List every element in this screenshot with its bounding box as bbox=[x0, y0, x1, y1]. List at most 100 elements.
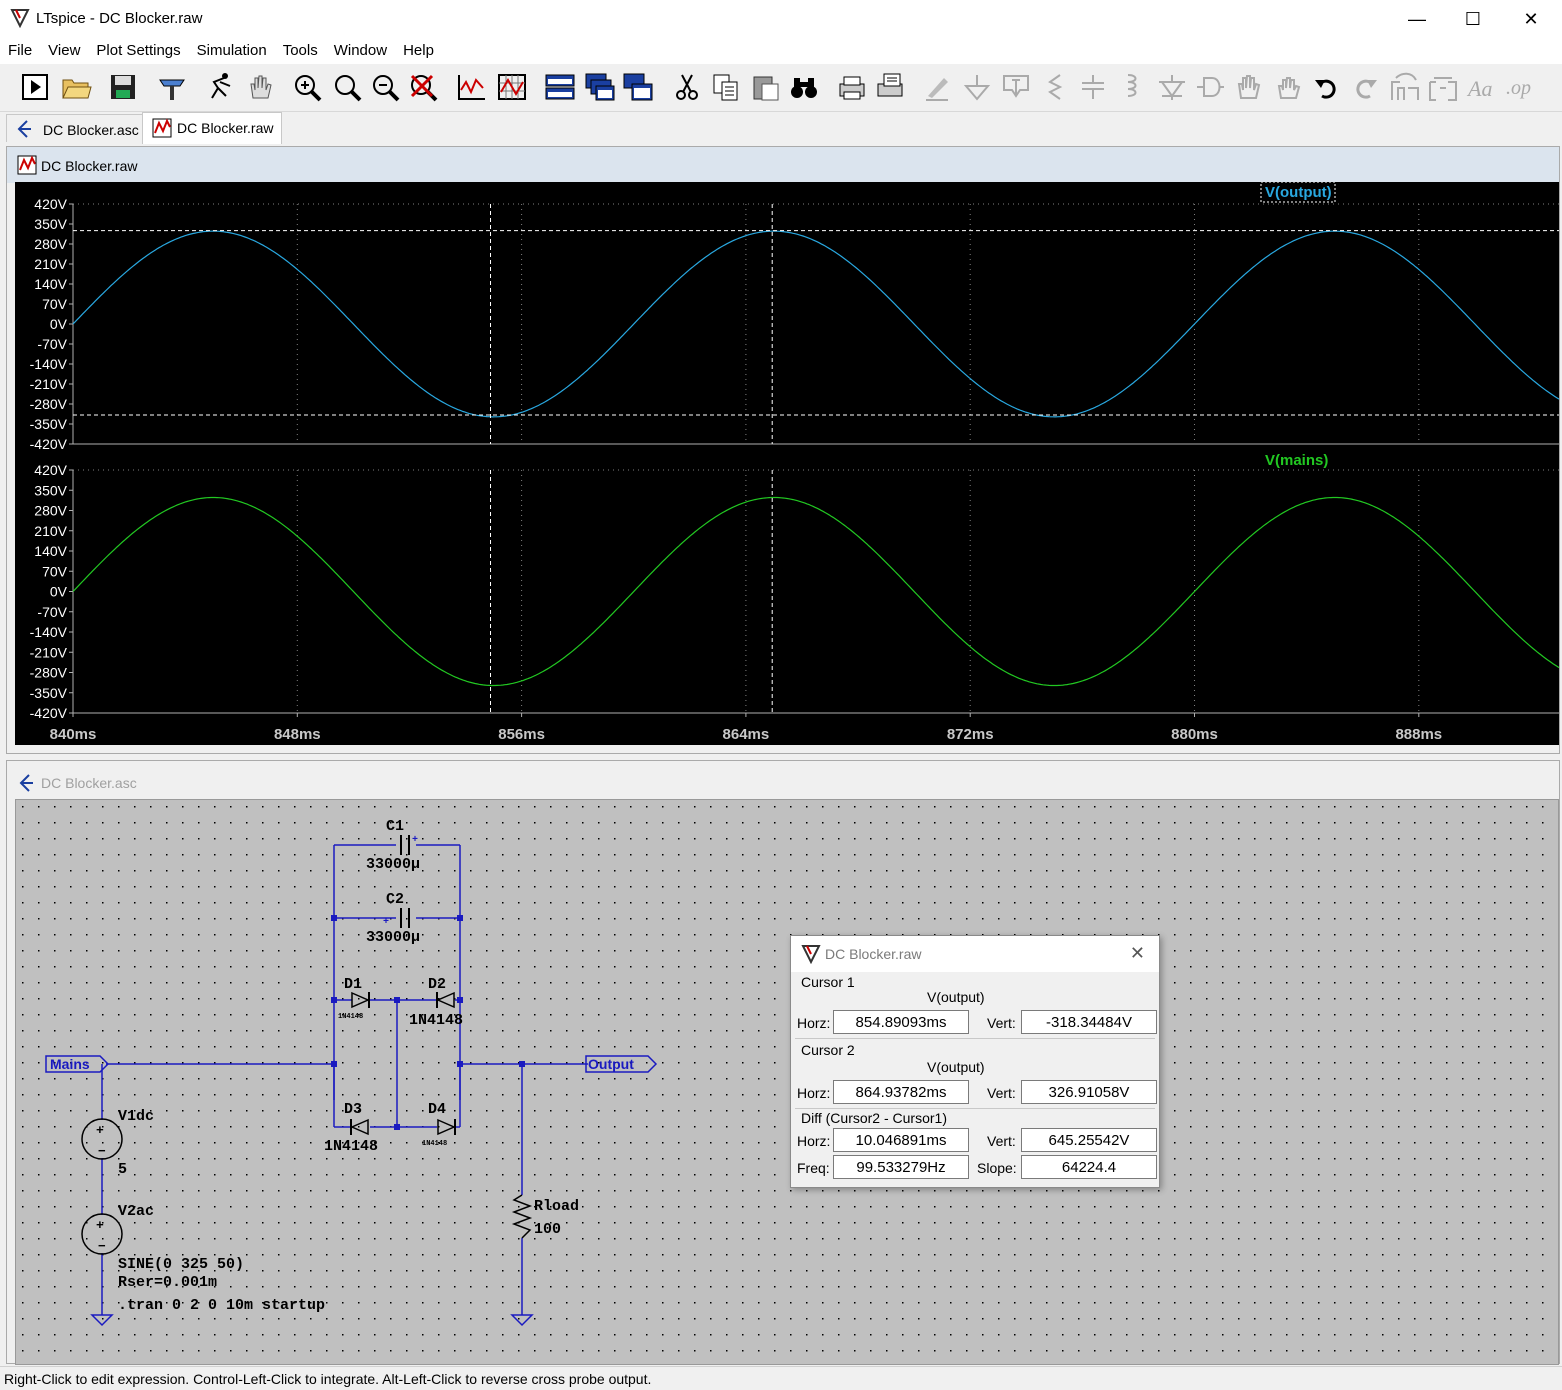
save-icon[interactable] bbox=[108, 72, 138, 102]
tran-directive[interactable]: .tran 0 2 0 10m startup bbox=[118, 1297, 325, 1314]
window-title: LTspice - DC Blocker.raw bbox=[36, 10, 203, 27]
y-tick-label: -70V bbox=[37, 336, 67, 352]
d1-label: D1 bbox=[344, 976, 362, 993]
freq-field[interactable]: 99.533279Hz bbox=[833, 1155, 969, 1179]
y-tick-label: -280V bbox=[30, 665, 68, 681]
schematic-canvas[interactable]: + C1 33000µ + C2 33000µ D1 1N4148 D2 1N4… bbox=[15, 799, 1559, 1365]
y-tick-label: -210V bbox=[30, 376, 68, 392]
cursor2-vert-field[interactable]: 326.91058V bbox=[1021, 1080, 1157, 1104]
cursor1-horz-field[interactable]: 854.89093ms bbox=[833, 1010, 969, 1034]
cursor1-vert-field[interactable]: -318.34484V bbox=[1021, 1010, 1157, 1034]
zoom-out-icon[interactable] bbox=[370, 72, 402, 104]
halt-icon[interactable] bbox=[204, 72, 234, 102]
d4-label: D4 bbox=[428, 1101, 446, 1118]
rotate-icon bbox=[1391, 72, 1419, 100]
menu-file[interactable]: File bbox=[0, 38, 40, 59]
y-tick-label: -140V bbox=[30, 624, 68, 640]
move-icon bbox=[1237, 75, 1261, 99]
control-panel-icon[interactable] bbox=[156, 72, 188, 102]
menu-tools[interactable]: Tools bbox=[275, 38, 326, 59]
cursor2-horz-label: Horz: bbox=[797, 1085, 831, 1101]
menu-plot-settings[interactable]: Plot Settings bbox=[88, 38, 188, 59]
title-bar: LTspice - DC Blocker.raw — ☐ ✕ bbox=[0, 0, 1562, 38]
tile-vertical-icon[interactable] bbox=[622, 72, 654, 102]
copy-icon[interactable] bbox=[710, 72, 742, 102]
drag-icon bbox=[1277, 77, 1301, 99]
close-button[interactable]: ✕ bbox=[1502, 0, 1560, 38]
d3-label: D3 bbox=[344, 1101, 362, 1118]
output-label: Output bbox=[588, 1056, 634, 1072]
text-icon: Aa bbox=[1466, 76, 1492, 101]
waveform-icon bbox=[17, 155, 37, 175]
cut-icon[interactable] bbox=[672, 72, 702, 102]
y-tick-label: 280V bbox=[34, 503, 67, 519]
d3-model: 1N4148 bbox=[324, 1138, 378, 1155]
print-preview-icon[interactable] bbox=[874, 72, 906, 102]
series-line-output bbox=[72, 230, 1559, 418]
ltspice-logo-icon bbox=[10, 9, 30, 28]
zoom-in-icon[interactable] bbox=[292, 72, 324, 104]
menu-view[interactable]: View bbox=[40, 38, 88, 59]
x-tick-label: 864ms bbox=[723, 726, 770, 743]
cursor-dialog-header: DC Blocker.raw ✕ bbox=[791, 936, 1159, 972]
tile-horizontal-icon[interactable] bbox=[544, 72, 576, 102]
paste-icon[interactable] bbox=[750, 72, 782, 102]
zoom-cancel-icon[interactable] bbox=[408, 72, 440, 104]
mirror-icon bbox=[1429, 77, 1457, 101]
d2-model: 1N4148 bbox=[409, 1012, 463, 1029]
capacitor-icon bbox=[1082, 75, 1104, 99]
print-icon[interactable] bbox=[836, 72, 868, 102]
y-tick-label: 350V bbox=[34, 216, 67, 232]
slope-field[interactable]: 64224.4 bbox=[1021, 1155, 1157, 1179]
v2-label: V2ac bbox=[118, 1203, 154, 1220]
svg-text:+: + bbox=[96, 1123, 104, 1138]
y-tick-label: 210V bbox=[34, 256, 67, 272]
y-tick-label: 280V bbox=[34, 236, 67, 252]
menu-window[interactable]: Window bbox=[326, 38, 395, 59]
separator bbox=[795, 1038, 1155, 1039]
tab-waveform-label: DC Blocker.raw bbox=[177, 120, 274, 136]
diff-horz-field[interactable]: 10.046891ms bbox=[833, 1128, 969, 1152]
cursor2-horz-field[interactable]: 864.93782ms bbox=[833, 1080, 969, 1104]
label-net-icon bbox=[1003, 75, 1029, 98]
rload-label: Rload bbox=[534, 1198, 579, 1215]
find-binoculars-icon[interactable] bbox=[788, 72, 820, 102]
grid-icon[interactable] bbox=[496, 72, 528, 102]
plot-area[interactable]: 420V 350V 280V 210V 140V 70V 0V -70V -140V -210V -… bbox=[15, 182, 1559, 745]
x-tick-label: 872ms bbox=[947, 726, 994, 743]
y-tick-label: -140V bbox=[30, 356, 68, 372]
freq-label: Freq: bbox=[797, 1160, 830, 1176]
svg-text:+: + bbox=[96, 1218, 104, 1233]
c1-label: C1 bbox=[386, 818, 404, 835]
status-bar: Right-Click to edit expression. Control-… bbox=[0, 1366, 1562, 1390]
ground-icon bbox=[963, 75, 991, 101]
tab-waveform[interactable]: DC Blocker.raw bbox=[142, 112, 283, 144]
close-icon[interactable]: ✕ bbox=[1130, 943, 1145, 964]
document-tabs: DC Blocker.asc DC Blocker.raw bbox=[0, 112, 1562, 144]
svg-text:Aa: Aa bbox=[1466, 76, 1492, 101]
menu-help[interactable]: Help bbox=[395, 38, 442, 59]
y-tick-label: 210V bbox=[34, 523, 67, 539]
autorange-icon[interactable] bbox=[456, 72, 488, 102]
waveform-window-title: DC Blocker.raw bbox=[41, 158, 138, 174]
tab-schematic[interactable]: DC Blocker.asc bbox=[6, 114, 148, 142]
cascade-icon[interactable] bbox=[584, 72, 616, 102]
run-icon[interactable] bbox=[20, 72, 50, 102]
redo-icon bbox=[1356, 79, 1377, 99]
tab-schematic-label: DC Blocker.asc bbox=[43, 122, 139, 138]
minimize-button[interactable]: — bbox=[1388, 0, 1446, 38]
maximize-button[interactable]: ☐ bbox=[1444, 0, 1502, 38]
undo-icon[interactable] bbox=[1312, 72, 1342, 102]
cursor1-label: Cursor 1 bbox=[801, 974, 855, 990]
schematic-icon bbox=[17, 120, 31, 138]
menu-simulation[interactable]: Simulation bbox=[189, 38, 275, 59]
zoom-fit-icon[interactable] bbox=[332, 72, 364, 104]
c1-value: 33000µ bbox=[366, 856, 420, 873]
y-tick-label: 70V bbox=[42, 296, 68, 312]
waveform-plot[interactable]: 420V 350V 280V 210V 140V 70V 0V -70V -140V -210V -… bbox=[15, 182, 1559, 745]
open-folder-icon[interactable] bbox=[60, 72, 92, 102]
y-tick-label: -350V bbox=[30, 685, 68, 701]
pan-hand-icon[interactable] bbox=[244, 72, 274, 102]
resistor-icon bbox=[1048, 74, 1063, 100]
diff-vert-field[interactable]: 645.25542V bbox=[1021, 1128, 1157, 1152]
